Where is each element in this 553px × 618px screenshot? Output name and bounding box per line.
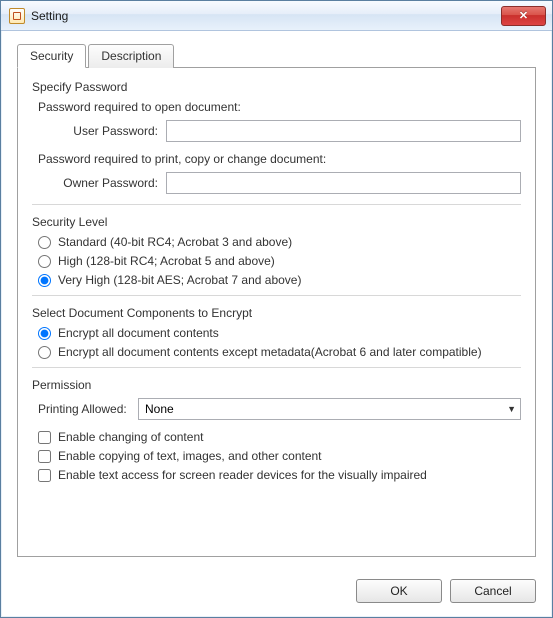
- dialog-footer: OK Cancel: [1, 569, 552, 617]
- check-enable-changing-input[interactable]: [38, 431, 51, 444]
- content-area: Security Description Specify Password Pa…: [1, 31, 552, 569]
- tab-label: Security: [30, 49, 73, 63]
- settings-dialog: Setting ✕ Security Description Specify P…: [0, 0, 553, 618]
- radio-standard-input[interactable]: [38, 236, 51, 249]
- check-enable-changing[interactable]: Enable changing of content: [38, 430, 521, 444]
- check-enable-text-access-input[interactable]: [38, 469, 51, 482]
- radio-high-label: High (128-bit RC4; Acrobat 5 and above): [58, 254, 275, 268]
- tab-label: Description: [101, 49, 161, 63]
- ok-button[interactable]: OK: [356, 579, 442, 603]
- printing-allowed-select[interactable]: None ▼: [138, 398, 521, 420]
- ok-button-label: OK: [390, 584, 407, 598]
- owner-password-input[interactable]: [166, 172, 521, 194]
- check-enable-copying-input[interactable]: [38, 450, 51, 463]
- radio-encrypt-except-meta[interactable]: Encrypt all document contents except met…: [38, 345, 521, 359]
- check-enable-copying-label: Enable copying of text, images, and othe…: [58, 449, 322, 463]
- radio-veryhigh-label: Very High (128-bit AES; Acrobat 7 and ab…: [58, 273, 301, 287]
- user-password-row: User Password:: [56, 120, 521, 142]
- tab-security[interactable]: Security: [17, 44, 86, 68]
- cancel-button-label: Cancel: [474, 584, 511, 598]
- divider: [32, 204, 521, 205]
- window-title: Setting: [31, 9, 501, 23]
- radio-standard-label: Standard (40-bit RC4; Acrobat 3 and abov…: [58, 235, 292, 249]
- check-enable-text-access-label: Enable text access for screen reader dev…: [58, 468, 427, 482]
- tab-description[interactable]: Description: [88, 44, 174, 68]
- radio-encrypt-except-meta-input[interactable]: [38, 346, 51, 359]
- close-button[interactable]: ✕: [501, 6, 546, 26]
- user-password-input[interactable]: [166, 120, 521, 142]
- user-password-label: User Password:: [56, 124, 166, 138]
- tab-panel-security: Specify Password Password required to op…: [17, 67, 536, 557]
- radio-encrypt-except-meta-label: Encrypt all document contents except met…: [58, 345, 482, 359]
- divider: [32, 367, 521, 368]
- open-password-hint: Password required to open document:: [38, 100, 521, 114]
- printing-allowed-value: None: [145, 402, 174, 416]
- divider: [32, 295, 521, 296]
- chevron-down-icon: ▼: [507, 404, 516, 414]
- radio-high[interactable]: High (128-bit RC4; Acrobat 5 and above): [38, 254, 521, 268]
- radio-standard[interactable]: Standard (40-bit RC4; Acrobat 3 and abov…: [38, 235, 521, 249]
- cancel-button[interactable]: Cancel: [450, 579, 536, 603]
- tab-strip: Security Description: [17, 43, 536, 67]
- app-icon: [9, 8, 25, 24]
- close-icon: ✕: [519, 9, 528, 22]
- check-enable-changing-label: Enable changing of content: [58, 430, 203, 444]
- section-encrypt: Select Document Components to Encrypt: [32, 306, 521, 320]
- owner-password-label: Owner Password:: [56, 176, 166, 190]
- owner-password-row: Owner Password:: [56, 172, 521, 194]
- section-specify-password: Specify Password: [32, 80, 521, 94]
- check-enable-text-access[interactable]: Enable text access for screen reader dev…: [38, 468, 521, 482]
- printing-allowed-row: Printing Allowed: None ▼: [38, 398, 521, 420]
- section-security-level: Security Level: [32, 215, 521, 229]
- check-enable-copying[interactable]: Enable copying of text, images, and othe…: [38, 449, 521, 463]
- printing-allowed-label: Printing Allowed:: [38, 402, 138, 416]
- radio-encrypt-all-label: Encrypt all document contents: [58, 326, 219, 340]
- section-permission: Permission: [32, 378, 521, 392]
- radio-encrypt-all-input[interactable]: [38, 327, 51, 340]
- radio-veryhigh-input[interactable]: [38, 274, 51, 287]
- radio-high-input[interactable]: [38, 255, 51, 268]
- titlebar[interactable]: Setting ✕: [1, 1, 552, 31]
- radio-veryhigh[interactable]: Very High (128-bit AES; Acrobat 7 and ab…: [38, 273, 521, 287]
- radio-encrypt-all[interactable]: Encrypt all document contents: [38, 326, 521, 340]
- change-password-hint: Password required to print, copy or chan…: [38, 152, 521, 166]
